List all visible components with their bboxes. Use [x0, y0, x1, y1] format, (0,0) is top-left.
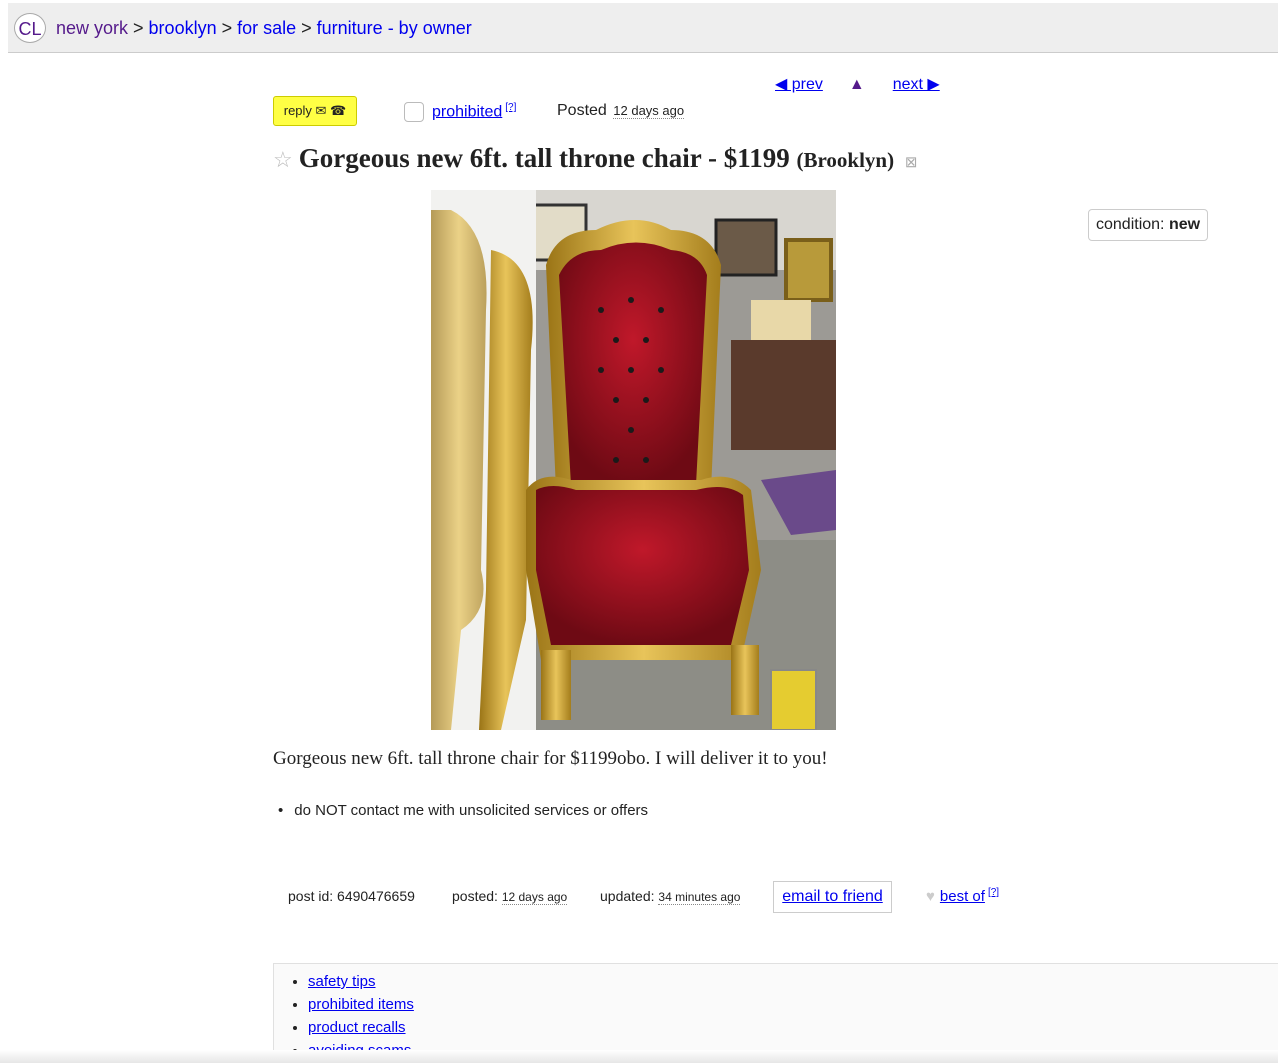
safety-tips-link[interactable]: safety tips — [308, 973, 376, 990]
product-recalls-link[interactable]: product recalls — [308, 1019, 406, 1036]
best-of: ♥ best of [?] — [926, 887, 999, 905]
breadcrumb-for-sale[interactable]: for sale — [237, 18, 296, 38]
breadcrumb-new-york[interactable]: new york — [56, 18, 128, 38]
favorite-star-icon[interactable]: ☆ — [273, 147, 293, 172]
prohibited-help-link[interactable]: [?] — [505, 102, 516, 113]
posted-date-value: 12 days ago — [501, 890, 568, 905]
posted-date-info: posted: 12 days ago — [452, 888, 568, 905]
flag-checkbox[interactable] — [404, 102, 424, 122]
breadcrumb-brooklyn[interactable]: brooklyn — [149, 18, 217, 38]
posted-info: Posted 12 days ago — [557, 102, 685, 120]
throne-chair-image — [431, 190, 836, 730]
listing-navigation: ◀ prev ▲ next ▶ — [775, 74, 940, 94]
condition-attribute: condition: new — [1088, 209, 1209, 241]
notice-text: do NOT contact me with unsolicited servi… — [294, 802, 649, 819]
list-item: safety tips — [308, 970, 1278, 993]
breadcrumb-separator: > — [221, 18, 233, 38]
next-link[interactable]: next ▶ — [893, 76, 940, 93]
posted-date: 12 days ago — [613, 103, 685, 119]
breadcrumb-separator: > — [301, 18, 312, 38]
listing-photo[interactable] — [431, 190, 836, 730]
hide-posting-icon[interactable]: ⊠ — [905, 155, 918, 171]
listing-title: ☆ Gorgeous new 6ft. tall throne chair - $… — [273, 143, 917, 174]
title-location: (Brooklyn) — [796, 148, 895, 172]
best-of-link[interactable]: best of — [940, 888, 985, 905]
posted-date-label: posted: — [452, 888, 498, 904]
updated-date-info: updated: 34 minutes ago — [600, 888, 741, 905]
best-of-help-link[interactable]: [?] — [988, 887, 999, 898]
breadcrumb-furniture-by-owner[interactable]: furniture - by owner — [317, 18, 472, 38]
notice-item: • do NOT contact me with unsolicited serv… — [278, 802, 648, 819]
window-bottom-edge — [0, 1050, 1278, 1063]
reply-button[interactable]: reply ✉ ☎ — [273, 96, 357, 126]
heart-icon: ♥ — [926, 888, 935, 905]
prev-link[interactable]: ◀ prev — [775, 76, 823, 93]
top-bar: CL new york > brooklyn > for sale > furniture … — [8, 3, 1278, 53]
list-item: prohibited items — [308, 993, 1278, 1016]
craigslist-logo[interactable]: CL — [14, 13, 46, 43]
prohibited-items-link[interactable]: prohibited items — [308, 996, 414, 1013]
updated-date-value: 34 minutes ago — [658, 890, 741, 905]
post-id: post id: 6490476659 — [288, 888, 415, 904]
breadcrumb: new york > brooklyn > for sale > furniture - b… — [56, 18, 472, 39]
prohibited-flag: prohibited [?] — [432, 102, 516, 121]
posted-label: Posted — [557, 102, 607, 119]
condition-label: condition: — [1096, 216, 1165, 233]
bullet-icon: • — [278, 802, 284, 819]
updated-date-label: updated: — [600, 888, 655, 904]
up-arrow-icon[interactable]: ▲ — [849, 76, 865, 93]
list-item: product recalls — [308, 1016, 1278, 1039]
email-to-friend-link[interactable]: email to friend — [782, 888, 883, 905]
title-text: Gorgeous new 6ft. tall throne chair - $1… — [298, 143, 790, 173]
breadcrumb-separator: > — [133, 18, 144, 38]
email-to-friend-button[interactable]: email to friend — [773, 881, 892, 913]
prohibited-link[interactable]: prohibited — [432, 103, 502, 120]
condition-value: new — [1168, 216, 1201, 233]
posting-body: Gorgeous new 6ft. tall throne chair for … — [273, 748, 828, 769]
footer-links: safety tips prohibited items product rec… — [273, 963, 1278, 1063]
